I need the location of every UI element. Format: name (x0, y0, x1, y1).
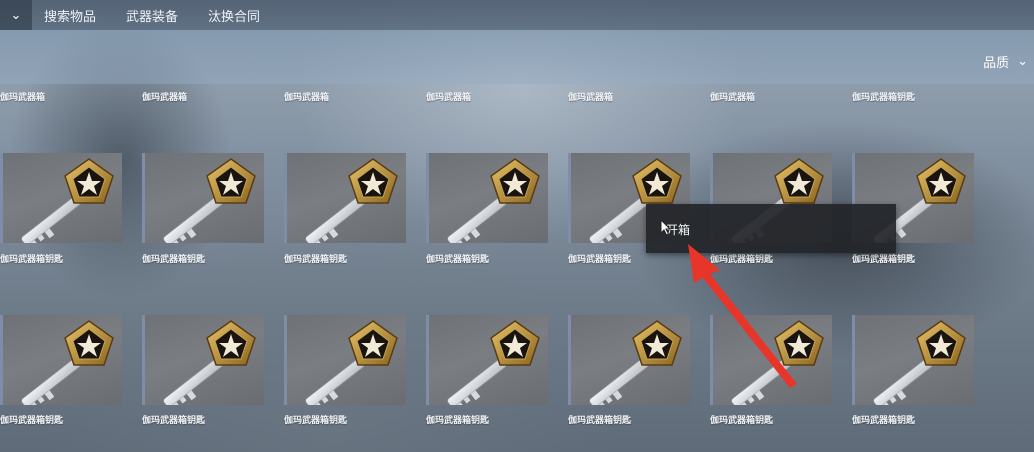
inventory-item-tile[interactable] (142, 315, 264, 405)
item-name-label: 伽玛武器箱钥匙 (426, 255, 490, 265)
item-name-label: 伽玛武器箱钥匙 (426, 416, 490, 426)
case-key-icon (305, 158, 398, 243)
item-name-label: 伽玛武器箱钥匙 (568, 416, 632, 426)
case-key-icon (589, 320, 682, 405)
item-name-label: 伽玛武器箱钥匙 (284, 255, 348, 265)
item-name-label: 伽玛武器箱钥匙 (568, 255, 632, 265)
case-key-icon (163, 320, 256, 405)
inventory-item-tile[interactable] (852, 315, 974, 405)
case-key-icon (873, 320, 966, 405)
case-key-icon (21, 320, 114, 405)
case-key-icon (447, 158, 540, 243)
item-name-label: 伽玛武器箱钥匙 (710, 416, 774, 426)
item-name-label: 伽玛武器箱 (710, 93, 756, 103)
inventory-item-tile[interactable] (284, 153, 406, 243)
item-name-label: 伽玛武器箱钥匙 (0, 255, 64, 265)
item-name-label: 伽玛武器箱钥匙 (142, 416, 206, 426)
item-name-label: 伽玛武器箱钥匙 (284, 416, 348, 426)
inventory-item-tile[interactable] (0, 153, 122, 243)
item-name-label: 伽玛武器箱钥匙 (0, 416, 64, 426)
inventory-item-tile[interactable] (568, 315, 690, 405)
case-key-icon (731, 320, 824, 405)
context-menu: 开箱 (646, 204, 896, 253)
case-key-icon (21, 158, 114, 243)
item-name-label: 伽玛武器箱 (142, 93, 188, 103)
item-name-label: 伽玛武器箱钥匙 (852, 93, 916, 103)
item-name-label: 伽玛武器箱钥匙 (852, 255, 916, 265)
inventory-item-tile[interactable] (426, 153, 548, 243)
item-name-label: 伽玛武器箱 (0, 93, 46, 103)
item-name-label: 伽玛武器箱钥匙 (710, 255, 774, 265)
item-name-label: 伽玛武器箱钥匙 (142, 255, 206, 265)
inventory-item-tile[interactable] (0, 315, 122, 405)
inventory-item-tile[interactable] (284, 315, 406, 405)
inventory-item-tile[interactable] (142, 153, 264, 243)
item-name-label: 伽玛武器箱 (426, 93, 472, 103)
case-key-icon (447, 320, 540, 405)
item-name-label: 伽玛武器箱 (284, 93, 330, 103)
mouse-cursor-icon (660, 219, 672, 236)
case-key-icon (305, 320, 398, 405)
item-name-label: 伽玛武器箱 (568, 93, 614, 103)
inventory-item-tile[interactable] (426, 315, 548, 405)
inventory-item-tile[interactable] (710, 315, 832, 405)
item-name-label: 伽玛武器箱钥匙 (852, 416, 916, 426)
case-key-icon (163, 158, 256, 243)
